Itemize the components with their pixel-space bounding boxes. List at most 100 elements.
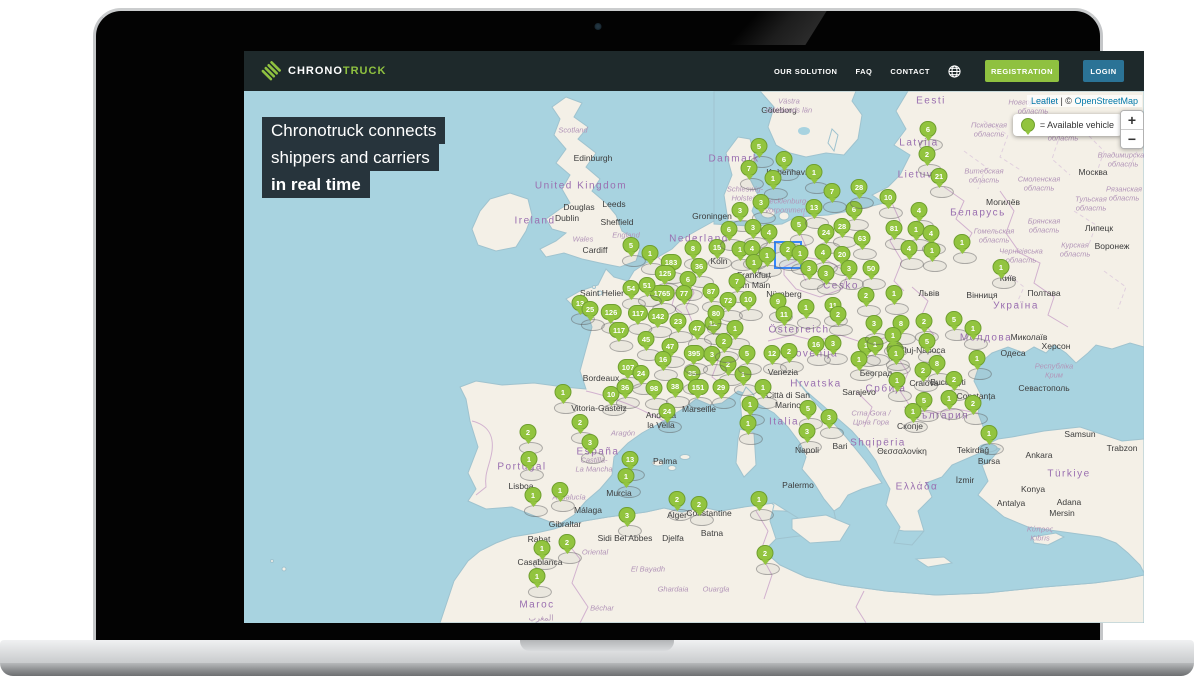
vehicle-cluster-marker[interactable]: 6 <box>920 121 937 137</box>
vehicle-cluster-marker[interactable]: 3 <box>753 194 770 210</box>
registration-button[interactable]: REGISTRATION <box>985 60 1059 82</box>
vehicle-cluster-marker[interactable]: 2 <box>716 333 733 349</box>
vehicle-cluster-marker[interactable]: 36 <box>617 379 634 395</box>
vehicle-cluster-marker[interactable]: 5 <box>946 311 963 327</box>
vehicle-cluster-marker[interactable]: 3 <box>825 335 842 351</box>
vehicle-cluster-marker[interactable]: 1 <box>525 487 542 503</box>
zoom-in-button[interactable]: + <box>1121 111 1143 130</box>
vehicle-cluster-marker[interactable]: 7 <box>729 273 746 289</box>
vehicle-cluster-marker[interactable]: 3 <box>582 434 599 450</box>
vehicle-cluster-marker[interactable]: 80 <box>708 305 725 321</box>
vehicle-cluster-marker[interactable]: 2 <box>757 545 774 561</box>
vehicle-cluster-marker[interactable]: 6 <box>776 151 793 167</box>
vehicle-cluster-marker[interactable]: 2 <box>916 313 933 329</box>
vehicle-cluster-marker[interactable]: 87 <box>703 283 720 299</box>
vehicle-cluster-marker[interactable]: 29 <box>713 379 730 395</box>
vehicle-cluster-marker[interactable]: 2 <box>946 371 963 387</box>
vehicle-cluster-marker[interactable]: 1 <box>954 234 971 250</box>
vehicle-cluster-marker[interactable]: 1 <box>969 350 986 366</box>
vehicle-cluster-marker[interactable]: 125 <box>655 265 676 281</box>
vehicle-cluster-marker[interactable]: 1 <box>965 320 982 336</box>
osm-link[interactable]: OpenStreetMap <box>1074 96 1138 106</box>
vehicle-cluster-marker[interactable]: 47 <box>689 320 706 336</box>
vehicle-cluster-marker[interactable]: 2 <box>781 343 798 359</box>
vehicle-cluster-marker[interactable]: 3 <box>799 423 816 439</box>
zoom-out-button[interactable]: − <box>1121 130 1143 148</box>
vehicle-cluster-marker[interactable]: 1 <box>642 245 659 261</box>
vehicle-cluster-marker[interactable]: 395 <box>684 345 705 361</box>
vehicle-cluster-marker[interactable]: 1 <box>751 491 768 507</box>
vehicle-cluster-marker[interactable]: 13 <box>806 199 823 215</box>
vehicle-cluster-marker[interactable]: 1 <box>851 351 868 367</box>
vehicle-cluster-marker[interactable]: 2 <box>520 424 537 440</box>
vehicle-cluster-marker[interactable]: 1 <box>742 396 759 412</box>
vehicle-cluster-marker[interactable]: 21 <box>931 168 948 184</box>
vehicle-cluster-marker[interactable]: 6 <box>721 221 738 237</box>
vehicle-cluster-marker[interactable]: 24 <box>659 403 676 419</box>
vehicle-cluster-marker[interactable]: 4 <box>901 240 918 256</box>
language-globe-icon[interactable] <box>948 65 961 78</box>
vehicle-cluster-marker[interactable]: 1 <box>993 259 1010 275</box>
vehicle-cluster-marker[interactable]: 117 <box>628 305 648 321</box>
vehicle-cluster-marker[interactable]: 10 <box>740 291 757 307</box>
vehicle-cluster-marker[interactable]: 98 <box>646 380 663 396</box>
vehicle-cluster-marker[interactable]: 54 <box>623 280 640 296</box>
vehicle-cluster-marker[interactable]: 24 <box>633 365 650 381</box>
chronotruck-logo[interactable]: CHRONOTRUCK <box>261 61 386 81</box>
vehicle-cluster-marker[interactable]: 2 <box>858 287 875 303</box>
vehicle-cluster-marker[interactable]: 5 <box>739 345 756 361</box>
vehicle-cluster-marker[interactable]: 2 <box>669 491 686 507</box>
vehicle-cluster-marker[interactable]: 24 <box>818 224 835 240</box>
vehicle-cluster-marker[interactable]: 8 <box>685 240 702 256</box>
vehicle-cluster-marker[interactable]: 16 <box>655 351 672 367</box>
vehicle-cluster-marker[interactable]: 7 <box>824 183 841 199</box>
vehicle-cluster-marker[interactable]: 1 <box>798 299 815 315</box>
vehicle-cluster-marker[interactable]: 1 <box>529 568 546 584</box>
vehicle-cluster-marker[interactable]: 1 <box>806 164 823 180</box>
vehicle-cluster-marker[interactable]: 13 <box>622 451 639 467</box>
vehicle-cluster-marker[interactable]: 126 <box>601 304 622 320</box>
vehicle-cluster-marker[interactable]: 151 <box>688 379 709 395</box>
vehicle-cluster-marker[interactable]: 5 <box>623 237 640 253</box>
vehicle-cluster-marker[interactable]: 63 <box>854 230 871 246</box>
vehicle-cluster-marker[interactable]: 1 <box>885 327 902 343</box>
vehicle-cluster-marker[interactable]: 1 <box>759 247 776 263</box>
login-button[interactable]: LOGIN <box>1083 60 1124 82</box>
vehicle-cluster-marker[interactable]: 4 <box>923 225 940 241</box>
vehicle-cluster-marker[interactable]: 3 <box>732 202 749 218</box>
vehicle-cluster-marker[interactable]: 51 <box>639 277 656 293</box>
vehicle-cluster-marker[interactable]: 1 <box>941 390 958 406</box>
vehicle-cluster-marker[interactable]: 38 <box>667 378 684 394</box>
vehicle-cluster-marker[interactable]: 1 <box>981 425 998 441</box>
vehicle-cluster-marker[interactable]: 5 <box>919 333 936 349</box>
vehicle-cluster-marker[interactable]: 1 <box>905 403 922 419</box>
vehicle-cluster-marker[interactable]: 3 <box>866 315 883 331</box>
vehicle-cluster-marker[interactable]: 2 <box>572 414 589 430</box>
vehicle-cluster-marker[interactable]: 77 <box>676 285 693 301</box>
vehicle-cluster-marker[interactable]: 1 <box>618 468 635 484</box>
vehicle-cluster-marker[interactable]: 25 <box>582 301 599 317</box>
vehicle-cluster-marker[interactable]: 1 <box>792 245 809 261</box>
vehicle-cluster-marker[interactable]: 2 <box>919 146 936 162</box>
vehicle-cluster-marker[interactable]: 3 <box>745 219 762 235</box>
vehicle-cluster-marker[interactable]: 2 <box>915 362 932 378</box>
vehicle-cluster-marker[interactable]: 142 <box>648 308 669 324</box>
vehicle-cluster-marker[interactable]: 3 <box>841 260 858 276</box>
vehicle-cluster-marker[interactable]: 12 <box>764 345 781 361</box>
vehicle-cluster-marker[interactable]: 2 <box>965 395 982 411</box>
vehicle-cluster-marker[interactable]: 10 <box>880 189 897 205</box>
vehicle-cluster-marker[interactable]: 81 <box>886 220 903 236</box>
vehicle-cluster-marker[interactable]: 1 <box>521 451 538 467</box>
vehicle-cluster-marker[interactable]: 28 <box>851 179 868 195</box>
vehicle-cluster-marker[interactable]: 5 <box>751 138 768 154</box>
vehicle-cluster-marker[interactable]: 28 <box>834 218 851 234</box>
leaflet-link[interactable]: Leaflet <box>1031 96 1058 106</box>
vehicle-cluster-marker[interactable]: 4 <box>911 202 928 218</box>
vehicle-cluster-marker[interactable]: 3 <box>801 260 818 276</box>
vehicle-cluster-marker[interactable]: 1 <box>552 482 569 498</box>
vehicle-cluster-marker[interactable]: 1 <box>924 242 941 258</box>
vehicle-cluster-marker[interactable]: 23 <box>670 313 687 329</box>
vehicle-cluster-marker[interactable]: 1 <box>740 415 757 431</box>
vehicle-cluster-marker[interactable]: 4 <box>761 224 778 240</box>
nav-item[interactable]: CONTACT <box>890 67 930 76</box>
